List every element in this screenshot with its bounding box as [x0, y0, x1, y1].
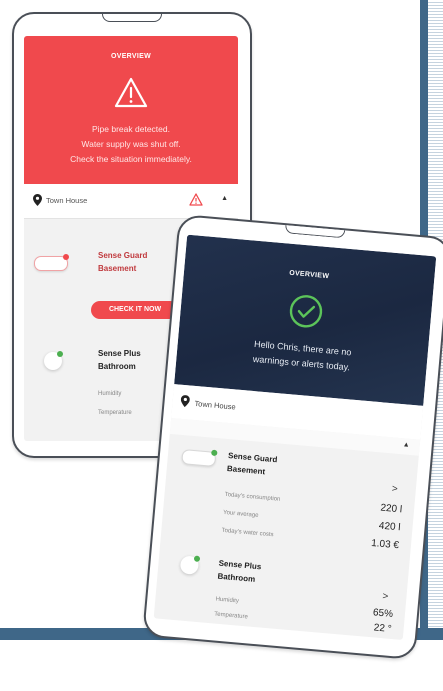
device-room: Bathroom — [217, 571, 256, 584]
sense-guard-toggle[interactable] — [34, 254, 69, 271]
sense-plus-toggle[interactable] — [179, 555, 201, 575]
location-pin-icon — [33, 194, 42, 206]
chevron-right-icon[interactable]: > — [391, 483, 398, 494]
chevron-right-icon[interactable]: > — [382, 591, 389, 602]
location-row[interactable]: Town House ▲ — [24, 184, 238, 218]
status-dot — [211, 449, 218, 457]
alert-message: Pipe break detected. Water supply was sh… — [24, 122, 238, 167]
status-dot — [57, 351, 63, 357]
alert-line: Check the situation immediately. — [70, 154, 192, 164]
status-message: Hello Chris, there are no warnings or al… — [176, 330, 428, 382]
collapse-caret-icon[interactable]: ▲ — [402, 441, 410, 449]
metric-value: 22 ° — [373, 622, 393, 635]
metric-value: 220 l — [379, 502, 403, 516]
collapse-caret-icon[interactable]: ▲ — [221, 195, 228, 202]
overview-title: OVERVIEW — [288, 269, 330, 281]
status-dot — [193, 555, 201, 562]
location-name: Town House — [194, 398, 237, 412]
sense-guard-toggle[interactable] — [181, 449, 218, 467]
alert-triangle-icon — [189, 193, 203, 206]
metric-value: 65% — [372, 607, 394, 621]
status-banner: OVERVIEW Hello Chris, there are no warni… — [174, 234, 437, 406]
phone-notch — [102, 14, 162, 22]
metric-value: 1.03 € — [370, 537, 400, 552]
device-name-sense-guard: Sense Guard Basement — [98, 249, 147, 275]
device-name-sense-plus: Sense Plus Bathroom — [217, 557, 262, 587]
alert-banner: OVERVIEW Pipe break detected. Water supp… — [24, 36, 238, 184]
device-name: Sense Guard — [98, 251, 148, 260]
device-name-sense-plus: Sense Plus Bathroom — [98, 347, 141, 373]
metric-label: Temperature — [213, 611, 249, 621]
overview-title: OVERVIEW — [110, 53, 151, 60]
metric-label: Today's consumption — [224, 491, 281, 503]
device-name-sense-guard: Sense Guard Basement — [226, 449, 278, 479]
phone-ok-screen: OVERVIEW Hello Chris, there are no warni… — [153, 234, 437, 640]
metric-label: Humidity — [215, 596, 240, 605]
location-pin-icon — [180, 395, 190, 408]
metric-label: Today's water costs — [221, 527, 274, 539]
device-room: Basement — [98, 264, 137, 273]
device-name: Sense Plus — [98, 349, 141, 358]
check-it-now-button[interactable]: CHECK IT NOW — [91, 301, 179, 319]
metric-label: Your average — [222, 509, 259, 519]
phone-ok: OVERVIEW Hello Chris, there are no warni… — [142, 213, 443, 661]
warning-icon — [114, 77, 148, 108]
phone-notch — [284, 224, 346, 239]
humidity-label: Humidity — [98, 391, 122, 397]
device-room: Bathroom — [98, 362, 136, 371]
alert-line: Water supply was shut off. — [81, 139, 181, 149]
temperature-label: Temperature — [98, 410, 132, 416]
sense-plus-toggle[interactable] — [44, 351, 63, 370]
alert-line: Pipe break detected. — [92, 124, 170, 134]
metric-value: 420 l — [378, 520, 401, 534]
location-name: Town House — [46, 196, 88, 205]
status-dot — [63, 254, 69, 260]
check-circle-icon — [289, 295, 323, 328]
